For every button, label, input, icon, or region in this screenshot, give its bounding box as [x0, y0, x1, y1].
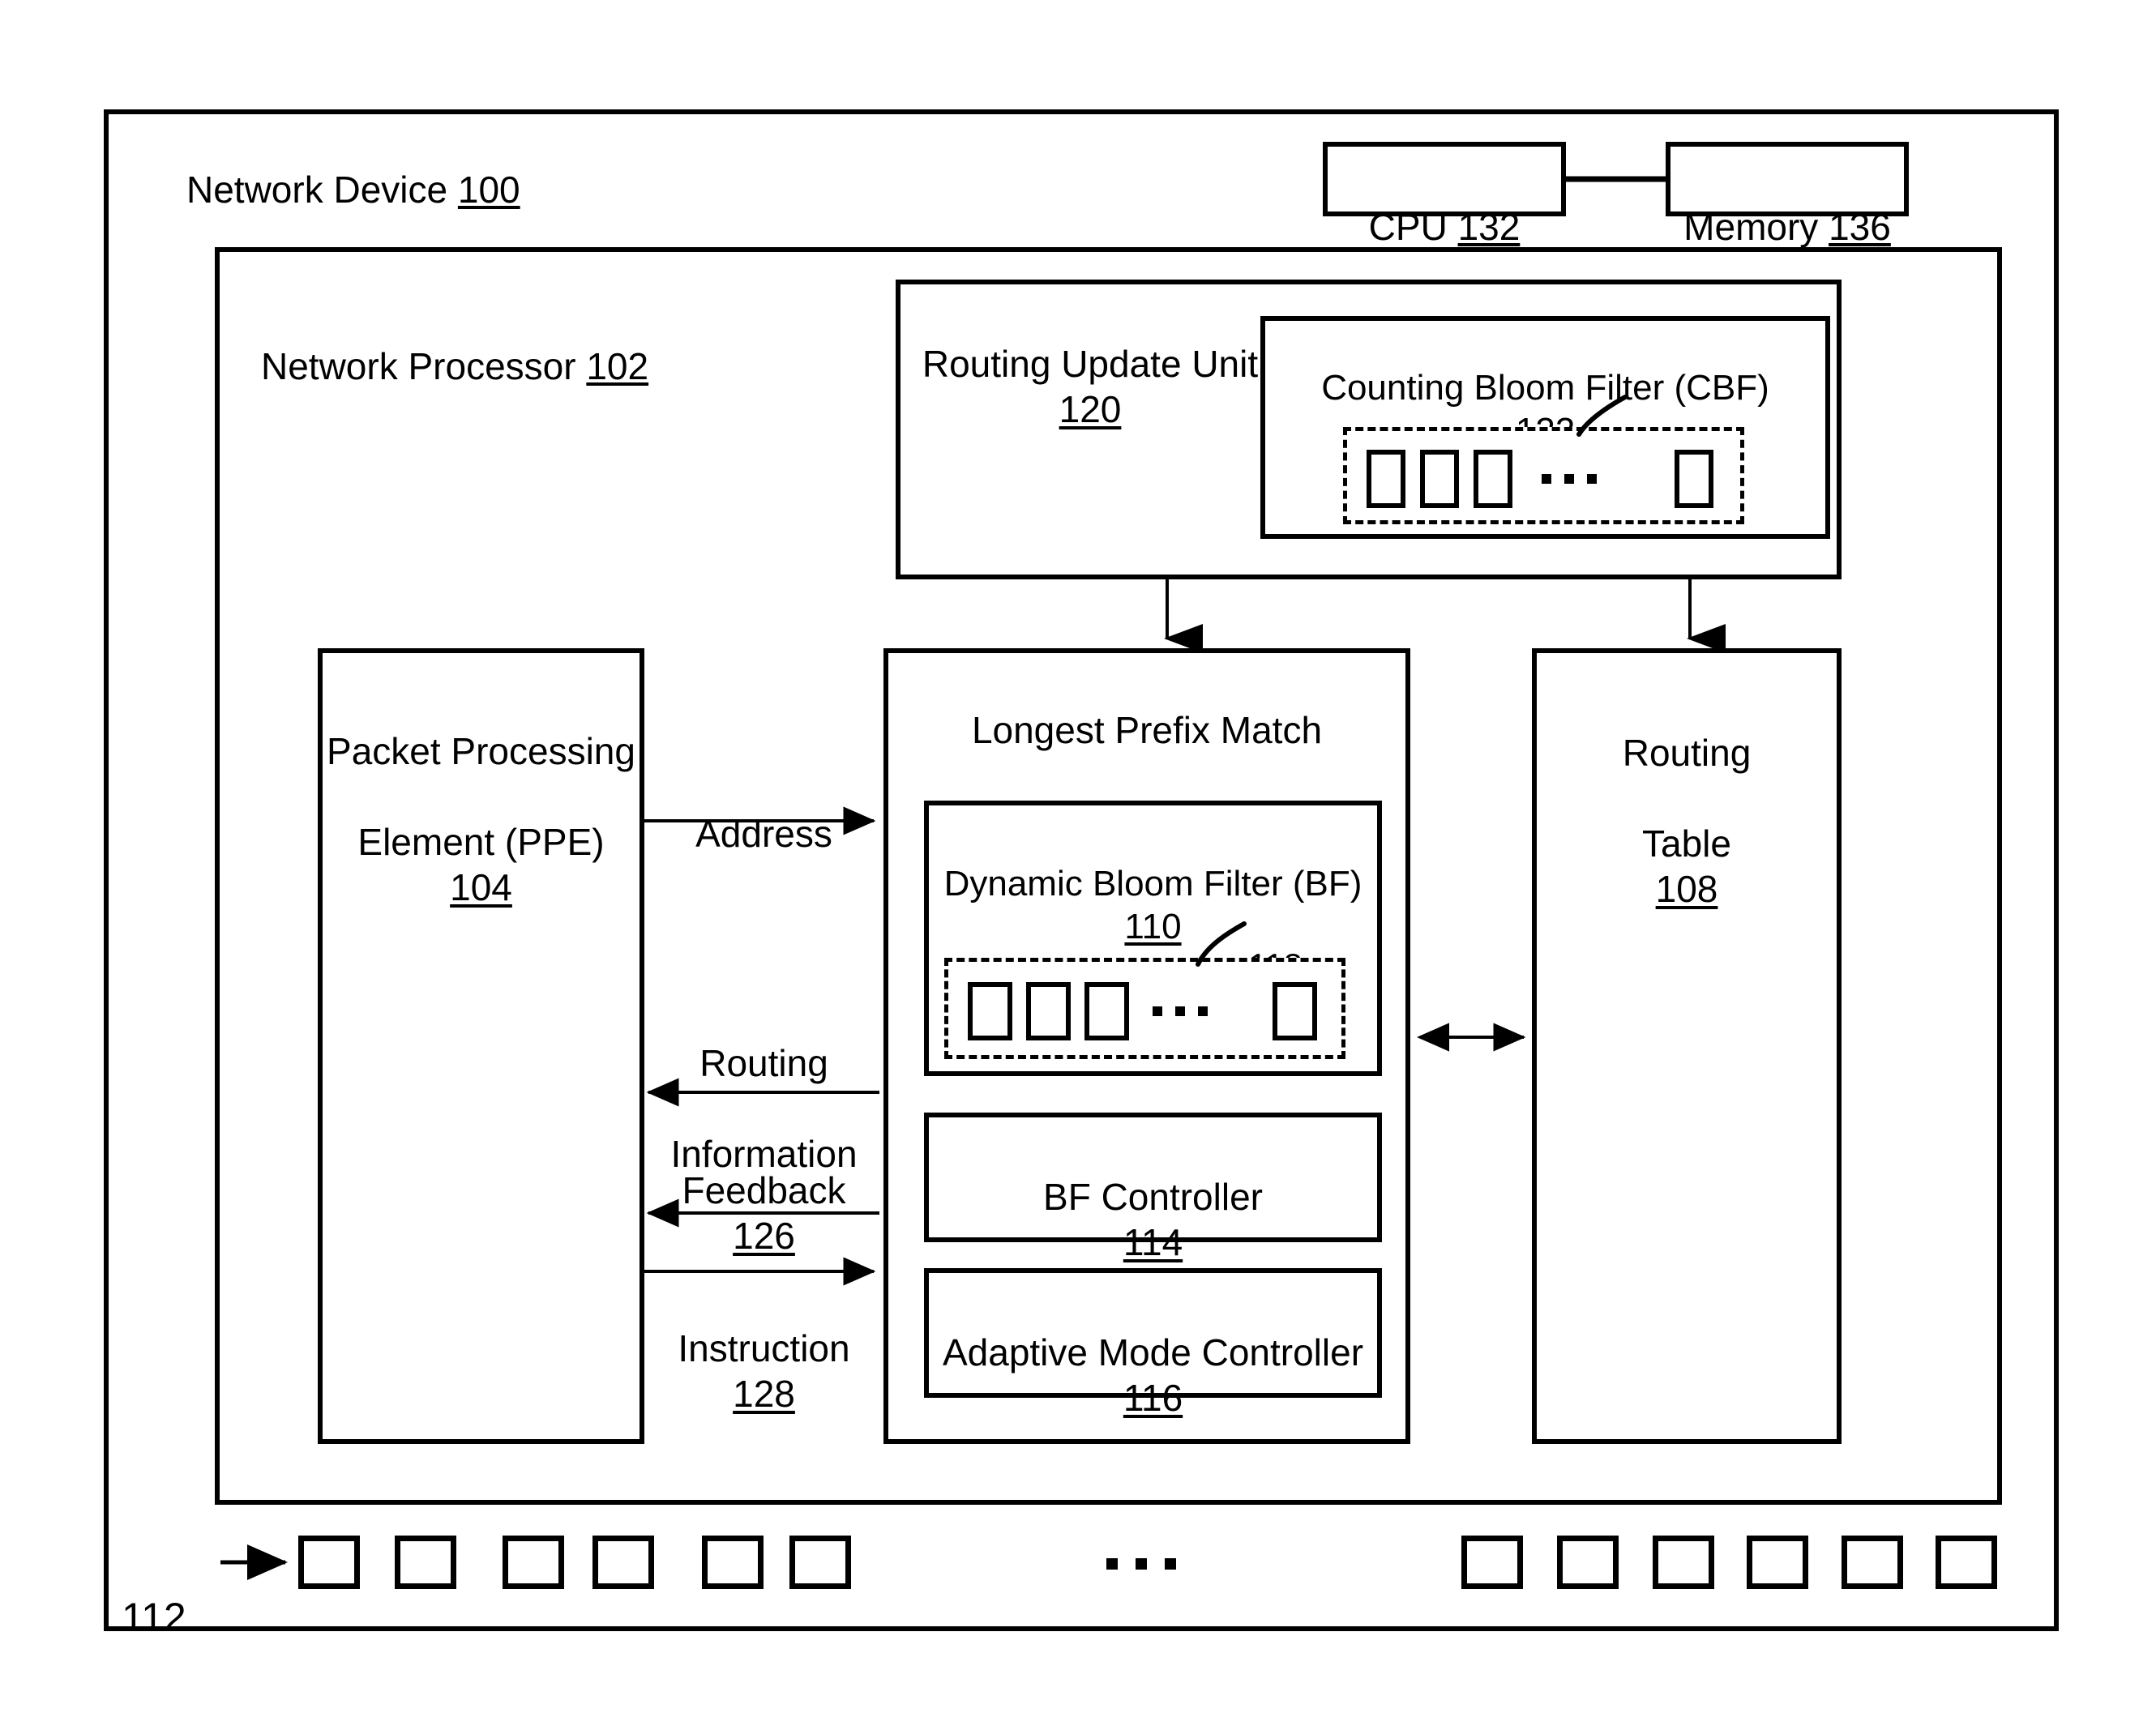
routing-update-unit-label: Routing Update Unit 120 [916, 296, 1264, 477]
ppe-label-line2: Element (PPE) [357, 821, 605, 864]
routing-update-unit-ref: 120 [1059, 388, 1122, 431]
bf-bit-cell-last [1273, 982, 1317, 1040]
port-item[interactable] [1557, 1536, 1619, 1589]
port-item[interactable] [1747, 1536, 1808, 1589]
port-item[interactable] [592, 1536, 654, 1589]
cpu-label-text: CPU [1368, 206, 1448, 249]
port-item[interactable] [1461, 1536, 1523, 1589]
bf-bit-cell [1084, 982, 1129, 1040]
cbf-bit-cell-last [1675, 450, 1713, 508]
adaptive-mode-controller-label-text: Adaptive Mode Controller [942, 1331, 1364, 1374]
port-item[interactable] [298, 1536, 360, 1589]
port-item[interactable] [1936, 1536, 1997, 1589]
figure-canvas: Network Device 100 CPU 132 Memory 136 Ne… [0, 0, 2156, 1713]
routing-table-label-line2: Table [1642, 822, 1731, 865]
memory-label: Memory 136 [1666, 159, 1909, 250]
network-device-title-text: Network Device [186, 169, 448, 211]
routing-information-line1: Routing [699, 1042, 828, 1085]
bf-bit-array-ellipsis [1153, 1006, 1208, 1016]
port-item[interactable] [395, 1536, 456, 1589]
cbf-bit-cell [1367, 450, 1405, 508]
routing-table-label-line1: Routing [1622, 732, 1752, 775]
port-item[interactable] [702, 1536, 764, 1589]
port-item[interactable] [789, 1536, 851, 1589]
cbf-bit-cell [1420, 450, 1459, 508]
feedback-signal-text: Feedback [682, 1169, 846, 1212]
port-item[interactable] [503, 1536, 564, 1589]
port-item[interactable] [1842, 1536, 1903, 1589]
network-processor-ref: 102 [586, 345, 649, 388]
feedback-signal-label: Feedback 126 [644, 1122, 883, 1304]
cbf-bit-array [1343, 427, 1744, 524]
bf-bit-array [944, 958, 1345, 1059]
bf-bit-cell [1026, 982, 1071, 1040]
network-device-ref: 100 [457, 169, 520, 211]
network-processor-title: Network Processor 102 [261, 298, 828, 389]
instruction-signal-text: Instruction [678, 1327, 850, 1370]
feedback-signal-ref: 126 [733, 1215, 795, 1258]
instruction-signal-ref: 128 [733, 1373, 795, 1416]
dynamic-bloom-filter-label-text: Dynamic Bloom Filter (BF) [943, 863, 1362, 903]
cpu-label: CPU 132 [1323, 159, 1566, 250]
ports-ellipsis [1106, 1558, 1176, 1570]
adaptive-mode-controller-label: Adaptive Mode Controller 116 [924, 1284, 1382, 1466]
address-signal-label: Address [644, 766, 883, 856]
network-processor-title-text: Network Processor [261, 345, 576, 388]
memory-label-text: Memory [1683, 206, 1819, 249]
lpm-engine-label-line1: Longest Prefix Match [971, 709, 1323, 752]
bf-bit-cell [968, 982, 1012, 1040]
packet-processing-element-label: Packet Processing Element (PPE) 104 [318, 683, 644, 956]
ports-ref-text: 112 [122, 1595, 186, 1640]
ppe-label-line1: Packet Processing [327, 730, 635, 773]
instruction-signal-label: Instruction 128 [644, 1280, 883, 1462]
ports-ref-label: 112 [122, 1544, 227, 1643]
routing-update-unit-label-text: Routing Update Unit [922, 343, 1259, 386]
routing-table-ref: 108 [1655, 868, 1718, 911]
cpu-ref: 132 [1457, 206, 1521, 249]
cbf-bit-array-ellipsis [1542, 474, 1597, 484]
adaptive-mode-controller-ref: 116 [1123, 1377, 1183, 1420]
cbf-bit-cell [1474, 450, 1512, 508]
bf-controller-ref: 114 [1123, 1221, 1183, 1264]
routing-table-label: Routing Table 108 [1532, 685, 1842, 958]
port-item[interactable] [1653, 1536, 1714, 1589]
memory-ref: 136 [1829, 206, 1891, 249]
network-device-title: Network Device 100 [186, 122, 705, 212]
bf-controller-label-text: BF Controller [1043, 1176, 1263, 1219]
address-signal-text: Address [695, 813, 832, 856]
ppe-ref: 104 [450, 866, 512, 909]
